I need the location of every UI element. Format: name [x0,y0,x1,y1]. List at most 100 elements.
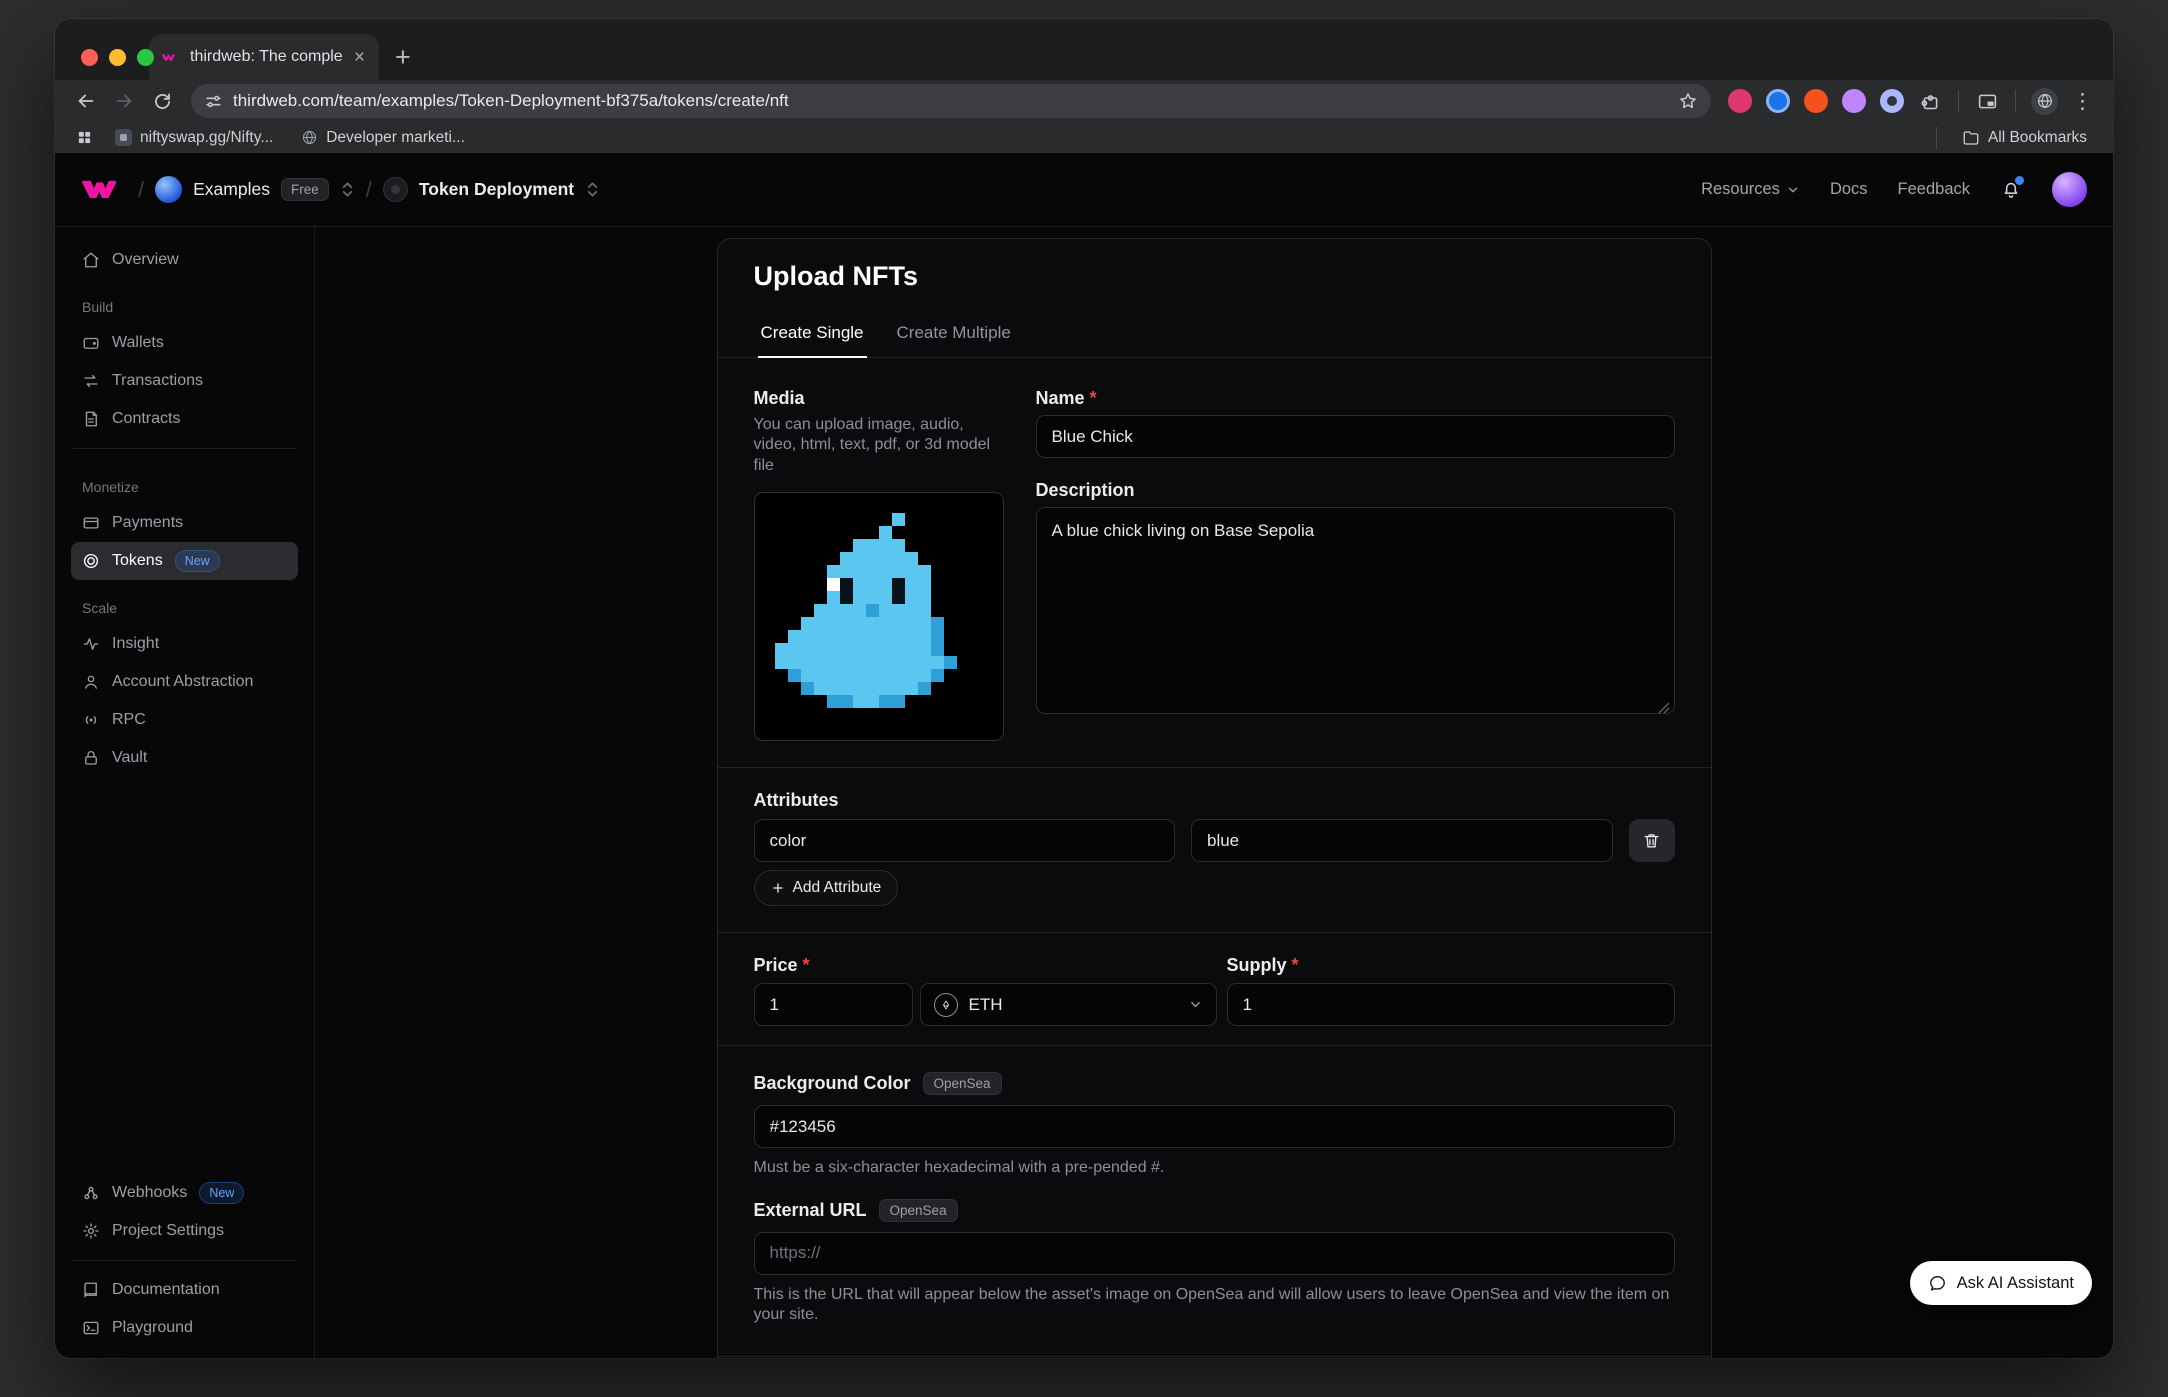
notifications-bell-icon[interactable] [2000,179,2022,201]
address-bar[interactable]: thirdweb.com/team/examples/Token-Deploym… [191,84,1711,118]
tab-create-single[interactable]: Create Single [758,323,867,358]
bookmark-star-icon[interactable] [1678,91,1698,111]
attribute-name-input[interactable] [754,819,1176,862]
required-asterisk: * [1090,388,1097,409]
close-window-button[interactable] [81,49,98,66]
sidebar-item-wallets[interactable]: Wallets [71,324,298,362]
browser-menu-icon[interactable]: ⋮ [2066,89,2099,114]
description-label: Description [1036,480,1675,501]
eth-icon [934,993,958,1017]
sidebar-item-transactions[interactable]: Transactions [71,362,298,400]
resources-menu[interactable]: Resources [1701,180,1800,199]
breadcrumb: / Examples Free / Token Deployment [81,175,600,204]
forward-icon[interactable] [107,84,141,118]
project-avatar[interactable] [383,177,408,202]
add-attribute-button[interactable]: Add Attribute [754,870,899,906]
tab-create-multiple[interactable]: Create Multiple [894,323,1014,358]
extension-icon-3[interactable] [1804,89,1828,113]
extension-icon-4[interactable] [1842,89,1866,113]
plan-badge: Free [281,178,329,201]
browser-tab[interactable]: thirdweb: The complete web... × [149,34,379,80]
notification-dot [2015,176,2024,185]
opensea-badge: OpenSea [879,1199,958,1222]
chat-bubble-icon [1928,1274,1947,1293]
site-settings-icon[interactable] [204,92,223,111]
zoom-window-button[interactable] [137,49,154,66]
description-textarea[interactable]: A blue chick living on Base Sepolia [1036,507,1675,714]
bookmark-developer-marketing[interactable]: Developer marketi... [291,129,475,147]
new-tab-button[interactable]: + [395,44,411,71]
apps-grid-icon[interactable] [71,125,97,151]
bookmark-niftyswap[interactable]: niftyswap.gg/Nifty... [105,129,283,147]
browser-toolbar: thirdweb.com/team/examples/Token-Deploym… [55,80,2113,122]
team-switcher-icon[interactable] [340,181,355,198]
tab-close-icon[interactable]: × [352,48,367,67]
team-name[interactable]: Examples [193,179,270,200]
feedback-link[interactable]: Feedback [1898,180,1970,199]
nft-media-preview[interactable] [754,492,1004,741]
wallet-icon [82,334,100,352]
sidebar-section-scale: Scale [82,600,287,616]
project-switcher-icon[interactable] [585,181,600,198]
sidebar-item-account-abstraction[interactable]: Account Abstraction [71,663,298,701]
back-icon[interactable] [69,84,103,118]
delete-attribute-button[interactable] [1629,819,1675,862]
user-avatar[interactable] [2052,172,2087,207]
sidebar-item-tokens[interactable]: Tokens New [71,542,298,580]
extension-icon-1[interactable] [1728,89,1752,113]
opensea-badge: OpenSea [923,1072,1002,1095]
thirdweb-page: / Examples Free / Token Deployment Resou… [55,153,2113,1358]
chevron-down-icon [1188,997,1203,1012]
thirdweb-logo[interactable] [81,175,127,204]
sidebar-item-documentation[interactable]: Documentation [71,1271,298,1309]
tokens-new-badge: New [175,550,220,572]
profile-avatar-icon[interactable] [2031,88,2058,115]
external-url-input[interactable] [754,1232,1675,1275]
sidebar-item-playground[interactable]: Playground [71,1309,298,1347]
required-asterisk: * [803,955,810,976]
extension-icon-2[interactable] [1766,89,1790,113]
sidebar-item-overview[interactable]: Overview [71,241,298,279]
sidebar-item-payments[interactable]: Payments [71,504,298,542]
niftyswap-favicon [115,129,132,146]
site-header: / Examples Free / Token Deployment Resou… [55,153,2113,227]
media-helper-text: You can upload image, audio, video, html… [754,415,1004,476]
currency-value: ETH [969,995,1003,1015]
sidebar-item-webhooks[interactable]: Webhooks New [71,1174,298,1212]
minimize-window-button[interactable] [109,49,126,66]
trash-icon [1642,831,1661,850]
price-input[interactable] [754,983,913,1026]
book-icon [82,1281,100,1299]
webhook-icon [82,1184,100,1202]
folder-icon [1962,129,1980,147]
create-tabs: Create Single Create Multiple [718,314,1711,358]
contract-file-icon [82,410,100,428]
background-color-helper: Must be a six-character hexadecimal with… [754,1158,1675,1178]
all-bookmarks-button[interactable]: All Bookmarks [1952,129,2097,147]
name-input[interactable] [1036,415,1675,458]
extensions-puzzle-icon[interactable] [1913,84,1947,118]
supply-input[interactable] [1227,983,1675,1026]
extension-icon-5[interactable] [1880,89,1904,113]
attribute-value-input[interactable] [1191,819,1613,862]
ask-ai-assistant-button[interactable]: Ask AI Assistant [1910,1261,2092,1305]
page-title: Upload NFTs [754,261,1675,292]
sidebar-item-project-settings[interactable]: Project Settings [71,1212,298,1250]
supply-label: Supply* [1227,955,1675,976]
traffic-lights [81,49,154,66]
reload-icon[interactable] [145,84,179,118]
resize-handle-icon[interactable] [1658,702,1670,714]
user-icon [82,673,100,691]
team-avatar[interactable] [155,176,182,203]
sidebar-item-rpc[interactable]: RPC [71,701,298,739]
background-color-input[interactable] [754,1105,1675,1148]
sidebar-item-vault[interactable]: Vault [71,739,298,777]
docs-link[interactable]: Docs [1830,180,1868,199]
toolbar-separator [1958,90,1959,112]
sidebar-item-contracts[interactable]: Contracts [71,400,298,438]
tab-share-icon[interactable] [1970,84,2004,118]
sidebar-item-insight[interactable]: Insight [71,625,298,663]
terminal-icon [82,1319,100,1337]
project-name[interactable]: Token Deployment [419,179,574,200]
currency-select[interactable]: ETH [920,983,1217,1026]
